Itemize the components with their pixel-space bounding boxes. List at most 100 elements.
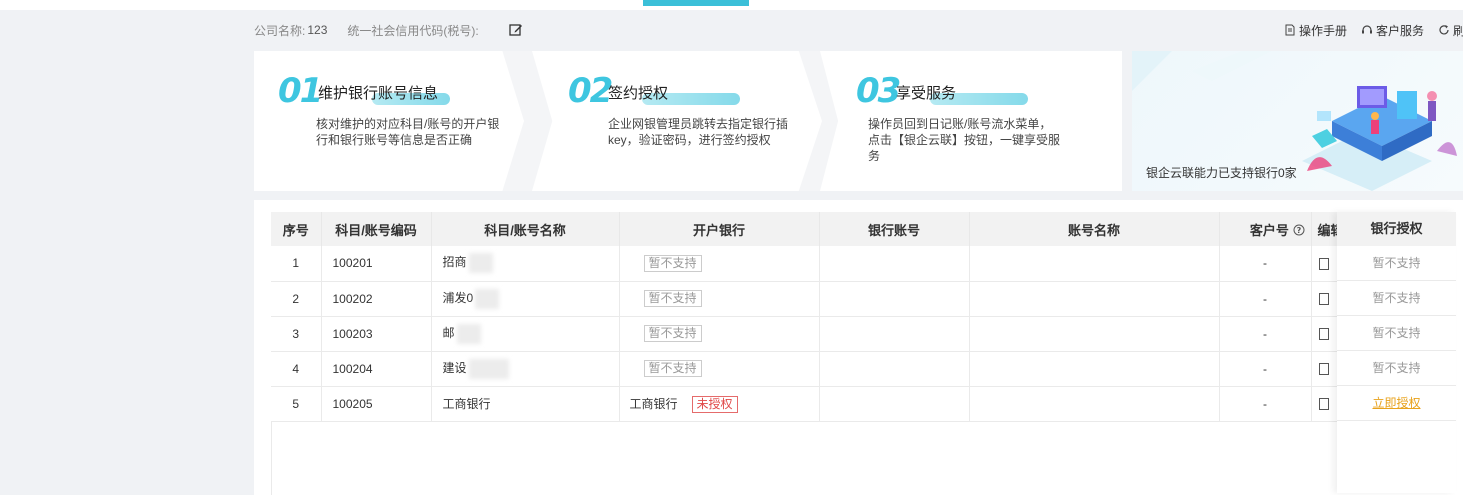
- step-2-desc: 企业网银管理员跳转去指定银行插 key，验证密码，进行签约授权: [608, 117, 789, 147]
- refresh-label: 刷新: [1452, 23, 1463, 38]
- cell-account: [819, 316, 970, 352]
- cell-account-name: [969, 351, 1220, 387]
- cell-code: 100202: [321, 281, 432, 317]
- step-3: 03 享受服务 操作员回到日记账/账号流水菜单， 点击【银企云联】按钮，一键享受…: [820, 51, 1122, 191]
- manual-button[interactable]: 操作手册: [1284, 22, 1347, 39]
- top-toolbar: 操作手册 客户服务 刷新: [1284, 18, 1463, 42]
- fixed-column-filler: [1337, 421, 1456, 493]
- cell-name: 招商: [431, 246, 620, 282]
- company-info-bar: 公司名称: 123 统一社会信用代码(税号): 操作手册 客户服务 刷新: [254, 18, 1463, 42]
- cell-seq: 1: [271, 246, 322, 282]
- cell-bank: 工商银行 未授权: [619, 386, 820, 422]
- auth-cell: 暂不支持: [1337, 281, 1456, 316]
- edit-doc-icon[interactable]: [1318, 398, 1329, 411]
- cell-account: [819, 351, 970, 387]
- auth-cell: 暂不支持: [1337, 351, 1456, 386]
- cell-seq: 2: [271, 281, 322, 317]
- table-row: 1 100201 招商 暂不支持 -: [271, 246, 1345, 282]
- edit-doc-icon[interactable]: [1318, 293, 1329, 306]
- bank-status-tag: 暂不支持: [643, 254, 702, 272]
- steps-guide: 01 维护银行账号信息 核对维护的对应科目/账号的开户银 行和银行账号等信息是否…: [254, 51, 1122, 191]
- header-code: 科目/账号编码: [321, 212, 432, 246]
- auth-fixed-column: 银行授权 暂不支持 暂不支持 暂不支持 暂不支持 立即授权: [1337, 212, 1456, 493]
- credit-code-label: 统一社会信用代码(税号):: [347, 23, 479, 38]
- header-customer-no: 客户号 ?: [1219, 212, 1312, 246]
- company-name-value: 123: [307, 23, 328, 37]
- edit-doc-icon[interactable]: [1318, 328, 1329, 341]
- cell-name: 工商银行: [431, 386, 620, 422]
- table-row: 2 100202 浦发0 暂不支持 -: [271, 281, 1345, 317]
- table-empty-area: [271, 422, 1337, 495]
- cell-account: [819, 281, 970, 317]
- manual-label: 操作手册: [1298, 23, 1347, 38]
- help-icon[interactable]: ?: [1293, 224, 1305, 236]
- cell-seq: 5: [271, 386, 322, 422]
- bank-support-banner: 银企云联能力已支持银行0家: [1132, 51, 1463, 191]
- bank-status-tag: 暂不支持: [643, 290, 702, 307]
- cell-seq: 4: [271, 351, 322, 387]
- svg-text:?: ?: [1296, 226, 1301, 235]
- edit-doc-icon[interactable]: [1318, 258, 1329, 271]
- cell-account: [819, 386, 970, 422]
- step-2-number: 02: [568, 71, 613, 111]
- header-name: 科目/账号名称: [431, 212, 620, 246]
- unauthorized-tag: 未授权: [691, 395, 738, 413]
- bank-support-text: 银企云联能力已支持银行0家: [1146, 166, 1297, 180]
- company-name-label: 公司名称:: [254, 23, 306, 38]
- auth-cell: 暂不支持: [1337, 316, 1456, 351]
- active-tab-indicator: [643, 0, 749, 6]
- cell-customer-no: -: [1219, 281, 1312, 317]
- cell-bank: 暂不支持: [619, 316, 820, 352]
- cell-bank: 暂不支持: [619, 281, 820, 317]
- top-strip: [0, 0, 1463, 10]
- cell-name: 浦发0: [431, 281, 620, 317]
- step-3-number: 03: [856, 71, 901, 111]
- header-account-name: 账号名称: [969, 212, 1220, 246]
- table-header: 序号 科目/账号编码 科目/账号名称 开户银行 银行账号 账号名称 客户号 ? …: [271, 212, 1345, 246]
- edit-icon[interactable]: [509, 23, 523, 37]
- step-2: 02 签约授权 企业网银管理员跳转去指定银行插 key，验证密码，进行签约授权: [532, 51, 822, 191]
- refresh-button[interactable]: 刷新: [1438, 22, 1463, 39]
- headset-icon: [1361, 25, 1372, 34]
- cell-code: 100205: [321, 386, 432, 422]
- auth-cell: 暂不支持: [1337, 246, 1456, 281]
- bank-accounts-panel: 序号 科目/账号编码 科目/账号名称 开户银行 银行账号 账号名称 客户号 ? …: [254, 200, 1463, 495]
- redacted-mark: [475, 288, 500, 309]
- step-1: 01 维护银行账号信息 核对维护的对应科目/账号的开户银 行和银行账号等信息是否…: [254, 51, 524, 191]
- header-bank: 开户银行: [619, 212, 820, 246]
- cell-bank: 暂不支持: [619, 246, 820, 282]
- cell-name: 邮: [431, 316, 620, 352]
- redacted-mark: [468, 358, 509, 379]
- cell-account-name: [969, 281, 1220, 317]
- cell-account-name: [969, 246, 1220, 282]
- bank-accounts-table: 序号 科目/账号编码 科目/账号名称 开户银行 银行账号 账号名称 客户号 ? …: [271, 212, 1345, 422]
- bank-name: 工商银行: [629, 396, 678, 411]
- step-1-number: 01: [278, 71, 323, 111]
- cell-account: [819, 246, 970, 282]
- customer-service-button[interactable]: 客户服务: [1361, 22, 1424, 39]
- cell-account-name: [969, 386, 1220, 422]
- table-row: 5 100205 工商银行 工商银行 未授权 -: [271, 386, 1345, 422]
- table-row: 4 100204 建设 暂不支持 -: [271, 351, 1345, 387]
- auth-cell: 立即授权: [1337, 386, 1456, 421]
- redacted-mark: [456, 323, 481, 344]
- cell-customer-no: -: [1219, 351, 1312, 387]
- step-3-desc: 操作员回到日记账/账号流水菜单， 点击【银企云联】按钮，一键享受服 务: [868, 117, 1061, 163]
- bank-status-tag: 暂不支持: [643, 325, 702, 342]
- header-seq: 序号: [271, 212, 322, 246]
- cell-account-name: [969, 316, 1220, 352]
- refresh-icon: [1439, 25, 1449, 35]
- edit-doc-icon[interactable]: [1318, 363, 1329, 376]
- cell-customer-no: -: [1219, 246, 1312, 282]
- cell-code: 100203: [321, 316, 432, 352]
- step-2-title: 签约授权: [608, 85, 669, 102]
- document-icon: [1285, 24, 1295, 36]
- cell-bank: 暂不支持: [619, 351, 820, 387]
- step-3-title: 享受服务: [896, 85, 957, 102]
- cell-code: 100201: [321, 246, 432, 282]
- authorize-now-link[interactable]: 立即授权: [1372, 396, 1420, 410]
- redacted-mark: [468, 253, 493, 274]
- cell-code: 100204: [321, 351, 432, 387]
- bank-status-tag: 暂不支持: [643, 360, 702, 377]
- cell-customer-no: -: [1219, 386, 1312, 422]
